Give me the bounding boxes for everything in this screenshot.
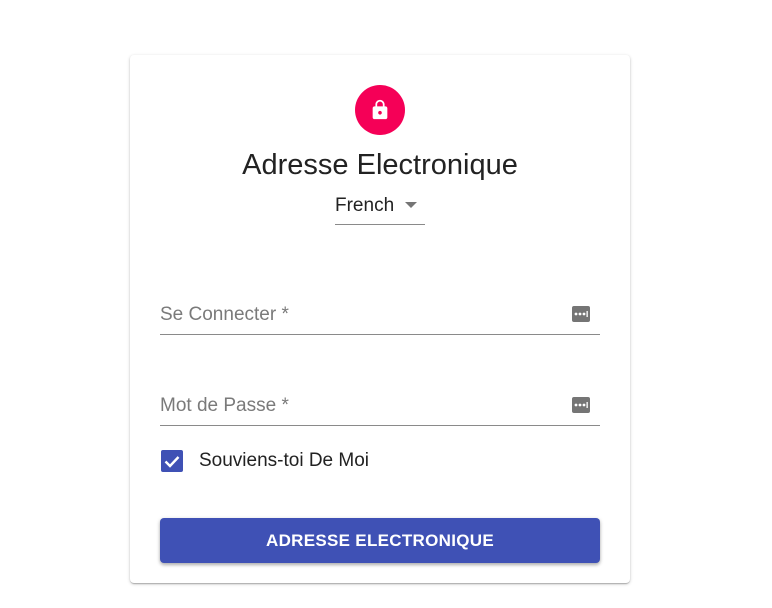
submit-button[interactable]: ADRESSE ELECTRONIQUE — [160, 518, 600, 563]
check-icon — [164, 455, 180, 468]
username-input[interactable] — [160, 302, 564, 334]
language-value: French — [335, 195, 395, 216]
lock-avatar — [355, 85, 405, 135]
page-title: Adresse Electronique — [242, 149, 518, 181]
caret-down-icon — [405, 202, 417, 208]
password-dots-icon — [572, 397, 590, 413]
password-dots-icon — [572, 306, 590, 322]
remember-checkbox[interactable] — [161, 450, 183, 472]
lock-icon — [372, 99, 388, 120]
remember-me: Souviens-toi De Moi — [161, 448, 369, 474]
language-select[interactable]: French — [335, 193, 425, 225]
username-field[interactable]: Se Connecter * — [160, 284, 600, 335]
remember-label[interactable]: Souviens-toi De Moi — [199, 449, 369, 473]
login-card: Adresse Electronique French Se Connecter… — [130, 55, 630, 583]
password-field[interactable]: Mot de Passe * — [160, 375, 600, 426]
password-input[interactable] — [160, 393, 564, 425]
